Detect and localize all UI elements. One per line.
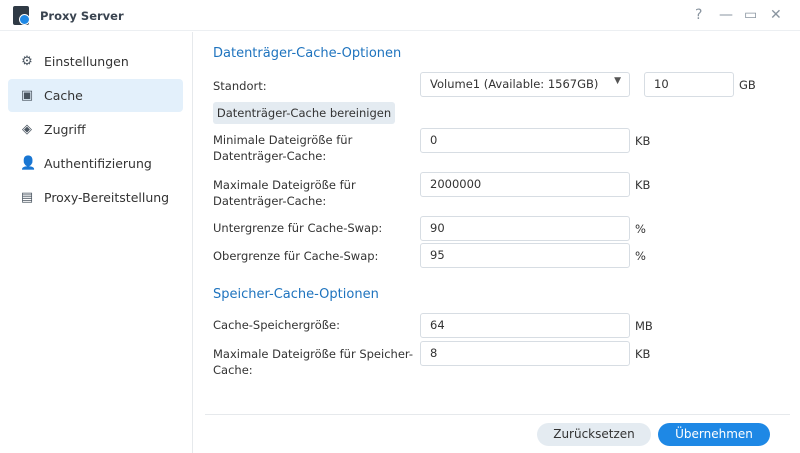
reset-button[interactable]: Zurücksetzen [537,423,651,446]
chevron-down-icon: ▼ [614,76,621,86]
min-file-size-label: Minimale Dateigröße für Datenträger-Cach… [213,133,353,163]
high-unit: % [635,249,646,263]
swap-low-input[interactable]: 90 [420,216,630,241]
shield-icon: ◈ [22,122,32,137]
sidebar-item-authentifizierung[interactable]: 👤 Authentifizierung [8,147,183,180]
max-file-size-label: Maximale Dateigröße für Datenträger-Cach… [213,178,356,208]
memory-size-label: Cache-Speichergröße: [213,318,340,332]
sidebar-item-label: Einstellungen [44,54,129,69]
sidebar-item-label: Cache [44,88,83,103]
sidebar-item-label: Zugriff [44,122,86,137]
sidebar-item-label: Proxy-Bereitstellung [44,190,170,205]
memory-max-label: Maximale Dateigröße für Speicher-Cache: [213,347,414,377]
clear-disk-cache-button[interactable]: Datenträger-Cache bereinigen [213,102,395,124]
low-unit: % [635,222,646,236]
sidebar-item-einstellungen[interactable]: ⚙ Einstellungen [8,45,183,78]
location-value: Volume1 (Available: 1567GB) [430,77,599,91]
min-unit: KB [635,134,651,148]
swap-low-label: Untergrenze für Cache-Swap: [213,221,383,235]
sidebar: ⚙ Einstellungen ▣ Cache ◈ Zugriff 👤 Authenti… [0,32,193,453]
title-bar: Proxy Server ? — ▭ ✕ [0,0,800,31]
footer-divider [205,414,790,415]
min-file-size-input[interactable]: 0 [420,128,630,153]
help-icon[interactable]: ? [695,7,702,23]
sidebar-item-label: Authentifizierung [44,156,152,171]
location-select[interactable]: Volume1 (Available: 1567GB) ▼ [420,72,630,97]
size-unit: GB [739,78,756,92]
sidebar-item-zugriff[interactable]: ◈ Zugriff [8,113,183,146]
memory-cache-section-title: Speicher-Cache-Optionen [213,287,379,302]
disk-cache-section-title: Datenträger-Cache-Optionen [213,46,402,61]
user-icon: 👤 [20,156,37,171]
swap-high-input[interactable]: 95 [420,243,630,268]
minimize-icon[interactable]: — [719,7,733,23]
router-icon: ▤ [20,190,34,205]
window-title: Proxy Server [40,9,124,23]
memory-max-unit: KB [635,347,651,361]
max-unit: KB [635,178,651,192]
gear-icon: ⚙ [21,54,33,69]
maximize-icon[interactable]: ▭ [744,7,757,23]
proxy-server-app-icon [13,6,30,25]
close-icon[interactable]: ✕ [770,7,782,23]
memory-size-input[interactable]: 64 [420,313,630,338]
location-label: Standort: [213,79,267,93]
sidebar-item-cache[interactable]: ▣ Cache [8,79,183,112]
cache-icon: ▣ [20,88,34,103]
disk-cache-size-input[interactable]: 10 [644,72,734,97]
swap-high-label: Obergrenze für Cache-Swap: [213,249,379,263]
sidebar-item-proxy-bereitstellung[interactable]: ▤ Proxy-Bereitstellung [8,181,183,214]
memory-size-unit: MB [635,319,653,333]
memory-max-input[interactable]: 8 [420,341,630,366]
apply-button[interactable]: Übernehmen [658,423,770,446]
max-file-size-input[interactable]: 2000000 [420,172,630,197]
